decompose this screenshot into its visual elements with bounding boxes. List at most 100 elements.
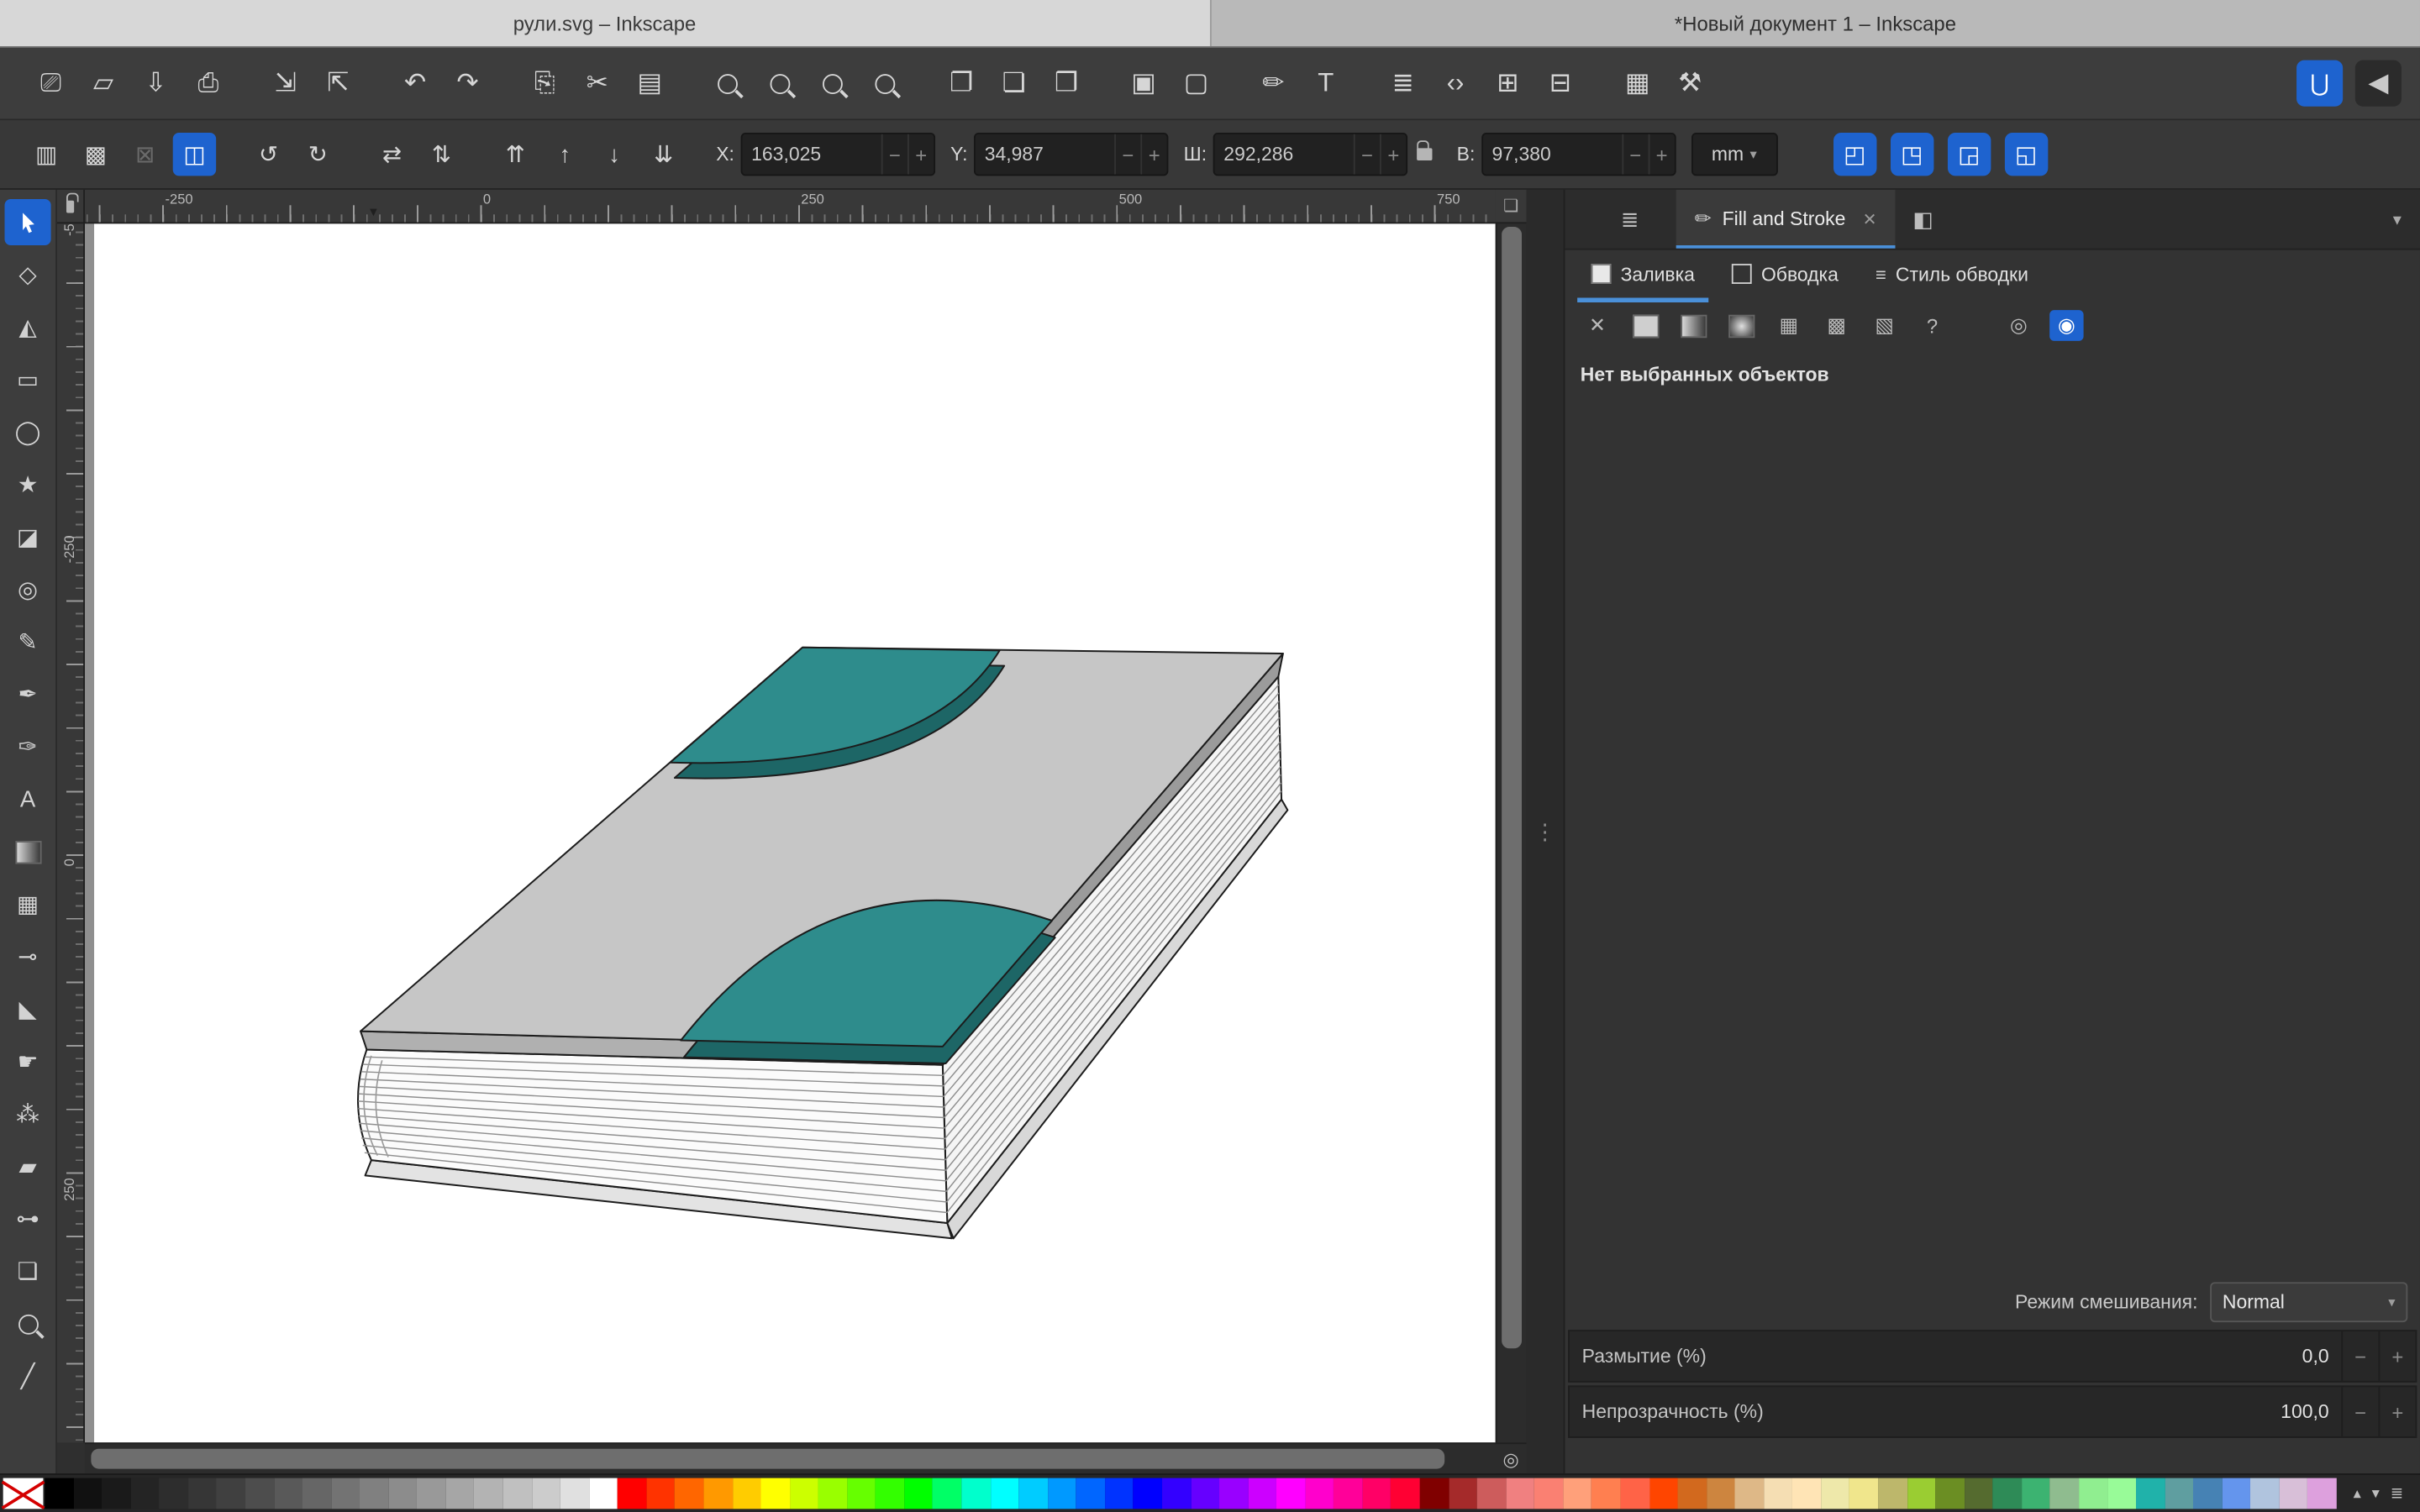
palette-swatch[interactable] [1305,1478,1334,1509]
palette-swatch[interactable] [73,1478,102,1509]
horizontal-scrollbar[interactable] [85,1442,1496,1473]
paint-radial-gradient-icon[interactable] [1724,310,1758,341]
palette-swatch[interactable] [1591,1478,1620,1509]
select-all-icon[interactable]: ▥ [24,133,67,176]
palette-swatch[interactable] [2222,1478,2250,1509]
palette-swatch[interactable] [1878,1478,1907,1509]
palette-swatch[interactable] [2251,1478,2280,1509]
palette-swatch[interactable] [274,1478,302,1509]
objects-dialog-icon[interactable]: ⊟ [1537,60,1583,107]
canvas-viewport[interactable] [85,223,1496,1442]
rotate-ccw-icon[interactable]: ↺ [247,133,290,176]
palette-swatch[interactable] [1620,1478,1649,1509]
palette-swatch[interactable] [1392,1478,1420,1509]
palette-swatch[interactable] [302,1478,331,1509]
vertical-scrollbar-thumb[interactable] [1502,227,1522,1348]
horizontal-scrollbar-thumb[interactable] [91,1449,1445,1469]
palette-swatch[interactable] [2193,1478,2222,1509]
tab-stroke-style[interactable]: ≡ Стиль обводки [1861,250,2042,302]
tab-fill[interactable]: Заливка [1577,250,1708,302]
palette-swatch[interactable] [1907,1478,1935,1509]
calligraphy-tool-icon[interactable]: ✑ [5,723,51,769]
increment-icon[interactable]: + [908,134,934,175]
decrement-icon[interactable]: − [2341,1387,2378,1436]
window-tab-inactive[interactable]: *Новый документ 1 – Inkscape [1209,0,2420,46]
palette-swatch[interactable] [331,1478,360,1509]
book-drawing[interactable] [85,223,1496,1442]
document-properties-icon[interactable]: ▦ [1614,60,1660,107]
objects-dialog-tab-icon[interactable]: ≣ [1602,190,1658,249]
blur-input[interactable]: 0,0 [2221,1346,2341,1368]
rectangle-tool-icon[interactable]: ▭ [5,356,51,402]
eraser-tool-icon[interactable]: ▰ [5,1143,51,1189]
spiral-tool-icon[interactable]: ◎ [5,566,51,612]
ungroup-objects-icon[interactable]: ▢ [1173,60,1219,107]
palette-swatch[interactable] [446,1478,475,1509]
zoom-to-page-width-icon[interactable] [861,60,908,107]
scale-gradient-toggle-icon[interactable]: ◲ [1947,133,1990,176]
palette-swatch[interactable] [1649,1478,1678,1509]
import-image-icon[interactable]: ⇲ [262,60,308,107]
page-corner-button[interactable]: ❏ [1496,190,1527,223]
pencil-tool-icon[interactable]: ✎ [5,619,51,665]
color-managed-view-button[interactable]: ◎ [1496,1442,1527,1473]
palette-swatch[interactable] [417,1478,445,1509]
decrement-icon[interactable]: − [1354,134,1380,175]
duplicate-icon[interactable]: ❐ [939,60,985,107]
increment-icon[interactable]: + [1648,134,1674,175]
increment-icon[interactable]: + [1140,134,1166,175]
palette-swatch[interactable] [990,1478,1018,1509]
palette-swatch[interactable] [1276,1478,1305,1509]
opacity-input[interactable]: 100,0 [2221,1401,2341,1423]
palette-swatch[interactable] [2308,1478,2337,1509]
paint-bucket-tool-icon[interactable]: ◣ [5,986,51,1032]
no-color-swatch[interactable] [3,1478,44,1509]
palette-swatch[interactable] [1162,1478,1191,1509]
horizontal-ruler[interactable]: ▼ -2500250500750 [85,190,1496,223]
decrement-icon[interactable]: − [1114,134,1140,175]
palette-swatch[interactable] [761,1478,790,1509]
palette-swatch[interactable] [2050,1478,2079,1509]
lower-to-bottom-icon[interactable]: ⇊ [642,133,685,176]
zoom-to-page-icon[interactable] [808,60,855,107]
palette-swatch[interactable] [1993,1478,2022,1509]
palette-swatch[interactable] [1764,1478,1792,1509]
zoom-to-selection-icon[interactable] [704,60,750,107]
palette-swatch[interactable] [2079,1478,2107,1509]
paint-swatch-icon[interactable]: ▧ [1867,310,1901,341]
palette-swatch[interactable] [1506,1478,1534,1509]
star-tool-icon[interactable]: ★ [5,461,51,507]
ruler-corner[interactable] [57,190,85,223]
increment-icon[interactable]: + [1380,134,1406,175]
panel-resize-grip[interactable]: ⋮ [1527,190,1564,1473]
palette-swatch[interactable] [1363,1478,1392,1509]
paint-unknown-icon[interactable]: ? [1915,310,1949,341]
flip-horizontal-icon[interactable]: ⇄ [371,133,413,176]
palette-swatch[interactable] [1821,1478,1849,1509]
palette-swatch[interactable] [388,1478,417,1509]
palette-swatch[interactable] [1248,1478,1276,1509]
palette-swatch[interactable] [1105,1478,1134,1509]
palette-swatch[interactable] [160,1478,188,1509]
decrement-icon[interactable]: − [1622,134,1648,175]
mesh-tool-icon[interactable]: ▦ [5,881,51,927]
pages-tool-icon[interactable]: ❏ [5,1248,51,1294]
palette-swatch[interactable] [1219,1478,1248,1509]
palette-swatch[interactable] [847,1478,876,1509]
blend-mode-select[interactable]: Normal ▾ [2210,1282,2407,1322]
swatches-dialog-tab-icon[interactable]: ◧ [1896,190,1951,249]
palette-swatch[interactable] [560,1478,589,1509]
palette-swatch[interactable] [589,1478,618,1509]
dock-chevron-icon[interactable]: ▾ [2375,190,2420,249]
palette-swatch[interactable] [1048,1478,1076,1509]
palette-swatch[interactable] [45,1478,73,1509]
paint-flat-icon[interactable] [1628,310,1662,341]
layers-dialog-icon[interactable]: ≣ [1380,60,1426,107]
selector-tool-icon[interactable] [5,199,51,245]
group-objects-icon[interactable]: ▣ [1120,60,1166,107]
palette-swatch[interactable] [1563,1478,1591,1509]
palette-swatch[interactable] [618,1478,646,1509]
box3d-tool-icon[interactable]: ◪ [5,514,51,560]
rotate-cw-icon[interactable]: ↻ [297,133,339,176]
height-input[interactable]: 97,380−+ [1481,133,1676,176]
